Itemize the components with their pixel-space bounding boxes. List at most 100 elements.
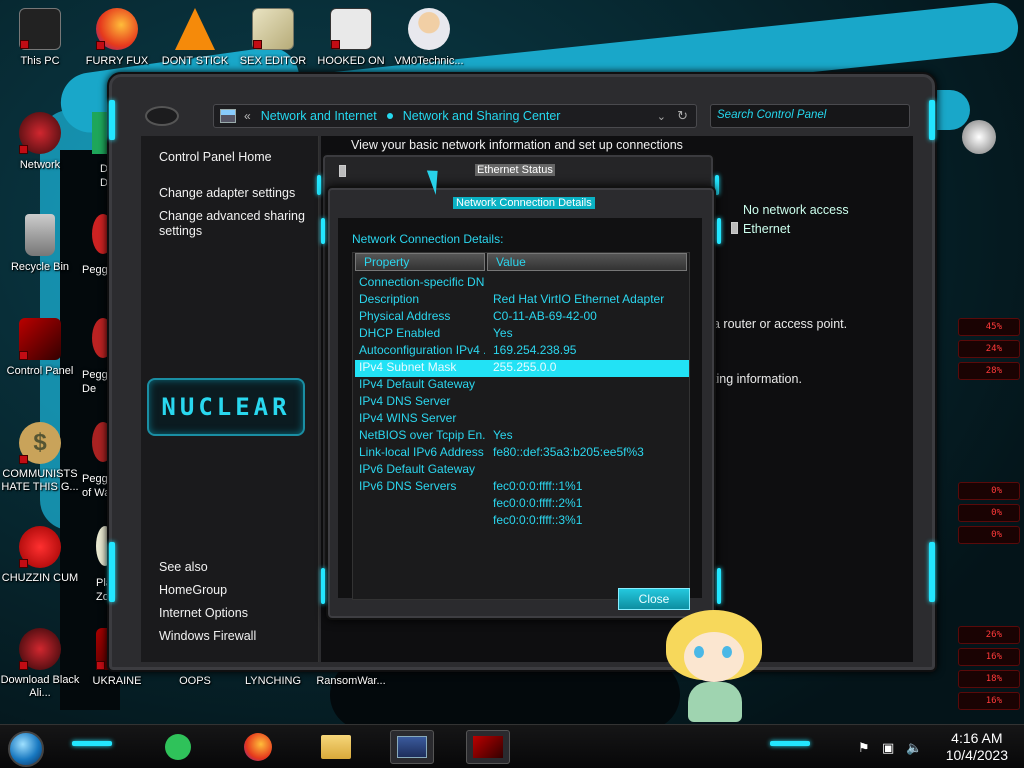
page-title: View your basic network information and … — [351, 138, 683, 152]
ethernet-icon — [339, 165, 346, 177]
table-row[interactable]: IPv4 Default Gateway — [355, 377, 689, 394]
desktop-icon-control-panel[interactable]: Control Panel — [0, 318, 80, 378]
dialog-body: Network Connection Details: Property Val… — [338, 218, 702, 600]
computer-icon — [19, 8, 61, 50]
red-fuzzball-icon — [19, 526, 61, 568]
volume-icon[interactable]: 🔈 — [906, 740, 922, 756]
dialog-title: Network Connection Details — [453, 197, 595, 209]
sidebar-control-panel-home[interactable]: Control Panel Home — [159, 150, 309, 165]
ethernet-icon — [731, 222, 738, 234]
taskbar-explorer-button[interactable] — [314, 730, 358, 764]
frame-led — [321, 218, 325, 244]
sidebar-homegroup[interactable]: HomeGroup — [159, 583, 309, 598]
table-row[interactable]: Autoconfiguration IPv4 ... 169.254.238.95 — [355, 343, 689, 360]
clock-time: 4:16 AM — [951, 730, 1003, 746]
network-icon — [19, 112, 61, 154]
start-button[interactable] — [8, 731, 44, 767]
maze-icon — [330, 8, 372, 50]
network-tray-icon[interactable]: ▣ — [882, 740, 894, 756]
breadcrumb-sharing-center[interactable]: Network and Sharing Center — [403, 109, 561, 123]
details-list[interactable]: Property Value Connection-specific DN...… — [352, 252, 690, 600]
taskbar-firefox-button[interactable] — [236, 730, 280, 764]
table-row[interactable]: Physical Address C0-11-AB-69-42-00 — [355, 309, 689, 326]
table-row-selected[interactable]: IPv4 Subnet Mask 255.255.0.0 — [355, 360, 689, 377]
hex-editor-icon — [252, 8, 294, 50]
search-input[interactable]: Search Control Panel — [710, 104, 910, 128]
desktop-icon-dont-stick[interactable]: DONT STICK — [155, 8, 235, 68]
breadcrumb-back-chevron[interactable]: « — [244, 109, 251, 123]
taskbar-led — [770, 741, 810, 746]
control-panel-grid-icon — [220, 109, 236, 123]
sidebar: Control Panel Home Change adapter settin… — [141, 136, 319, 662]
table-row[interactable]: DHCP Enabled Yes — [355, 326, 689, 343]
table-row[interactable]: IPv4 WINS Server — [355, 411, 689, 428]
sidebar-internet-options[interactable]: Internet Options — [159, 606, 309, 621]
troubleshoot-text: ting information. — [713, 372, 802, 386]
doctor-icon — [408, 8, 450, 50]
connection-link[interactable]: Ethernet — [743, 222, 790, 236]
clock-date: 10/4/2023 — [945, 747, 1008, 763]
hud-value: 18% — [985, 674, 1002, 684]
desktop-icon-sex-editor[interactable]: SEX EDITOR — [233, 8, 313, 68]
address-bar[interactable]: « Network and Internet Network and Shari… — [213, 104, 697, 128]
column-header-property[interactable]: Property — [355, 253, 485, 271]
table-row[interactable]: IPv6 DNS Servers fec0:0:0:ffff::1%1 — [355, 479, 689, 496]
table-row[interactable]: NetBIOS over Tcpip En... Yes — [355, 428, 689, 445]
chevron-down-icon[interactable]: ⌄ — [657, 110, 666, 123]
taskbar: ⚑ ▣ 🔈 4:16 AM 10/4/2023 — [0, 724, 1024, 768]
taskbar-app-button[interactable] — [466, 730, 510, 764]
desktop-icon-network[interactable]: Network — [0, 112, 80, 172]
taskbar-spotify-button[interactable] — [156, 730, 200, 764]
desktop-icon-hooked-on[interactable]: HOOKED ON — [311, 8, 391, 68]
control-panel-icon — [397, 736, 427, 758]
sidebar-windows-firewall[interactable]: Windows Firewall — [159, 629, 309, 644]
table-row[interactable]: Connection-specific DN... — [355, 275, 689, 292]
hud-value: 28% — [985, 366, 1002, 376]
setup-text: a router or access point. — [713, 317, 848, 331]
money-bag-icon: $ — [19, 422, 61, 464]
frame-led — [109, 100, 115, 140]
flag-icon[interactable]: ⚑ — [858, 740, 870, 756]
vlc-cone-icon — [175, 8, 215, 50]
hud-value: 0% — [991, 530, 1002, 540]
see-also-title: See also — [159, 560, 208, 574]
frame-led — [717, 568, 721, 604]
desktop-icon-communists[interactable]: $ COMMUNISTS HATE THIS G... — [0, 422, 80, 494]
sidebar-change-sharing[interactable]: Change advanced sharing settings — [159, 209, 309, 239]
desktop-icon-chuzzin[interactable]: CHUZZIN CUM — [0, 526, 80, 585]
system-monitor-widget: 45% 24% 28% 0% 0% 0% 26% 16% 18% 16% — [930, 90, 1024, 730]
taskbar-control-panel-button[interactable] — [390, 730, 434, 764]
hud-value: 0% — [991, 486, 1002, 496]
system-clock[interactable]: 4:16 AM 10/4/2023 — [946, 730, 1008, 764]
taskbar-led — [72, 741, 112, 746]
control-panel-icon — [19, 318, 61, 360]
green-app-icon — [92, 112, 108, 154]
alien-orb-icon — [19, 628, 61, 670]
table-row[interactable]: Link-local IPv6 Address fe80::def:35a3:b2… — [355, 445, 689, 462]
hud-value: 16% — [985, 652, 1002, 662]
sidebar-change-adapter[interactable]: Change adapter settings — [159, 186, 309, 201]
table-row[interactable]: fec0:0:0:ffff::2%1 — [355, 496, 689, 513]
details-label: Network Connection Details: — [352, 232, 504, 246]
hud-value: 0% — [991, 508, 1002, 518]
refresh-icon[interactable]: ↻ — [677, 108, 688, 124]
table-row[interactable]: IPv4 DNS Server — [355, 394, 689, 411]
table-row[interactable]: fec0:0:0:ffff::3%1 — [355, 513, 689, 530]
desktop-icon-this-pc[interactable]: This PC — [0, 8, 80, 68]
desktop-icon-recycle-bin[interactable]: Recycle Bin — [0, 214, 80, 274]
hud-value: 24% — [985, 344, 1002, 354]
folder-icon — [321, 735, 351, 759]
desktop-icon-furry-fux[interactable]: FURRY FUX — [77, 8, 157, 68]
breadcrumb-network-internet[interactable]: Network and Internet — [261, 109, 377, 123]
desktop-icon-vm0technic[interactable]: VM0Technic... — [389, 8, 469, 68]
access-type: No network access — [743, 203, 849, 217]
alien-emblem-icon — [145, 106, 179, 126]
desktop-icon-download-black[interactable]: Download Black Ali... — [0, 628, 80, 700]
hud-value: 26% — [985, 630, 1002, 640]
nuclear-logo: NUCLEAR — [147, 378, 305, 436]
table-row[interactable]: IPv6 Default Gateway — [355, 462, 689, 479]
firefox-icon — [244, 733, 272, 761]
column-header-value[interactable]: Value — [487, 253, 687, 271]
window-title: Ethernet Status — [475, 164, 555, 176]
table-row[interactable]: Description Red Hat VirtIO Ethernet Adapt… — [355, 292, 689, 309]
